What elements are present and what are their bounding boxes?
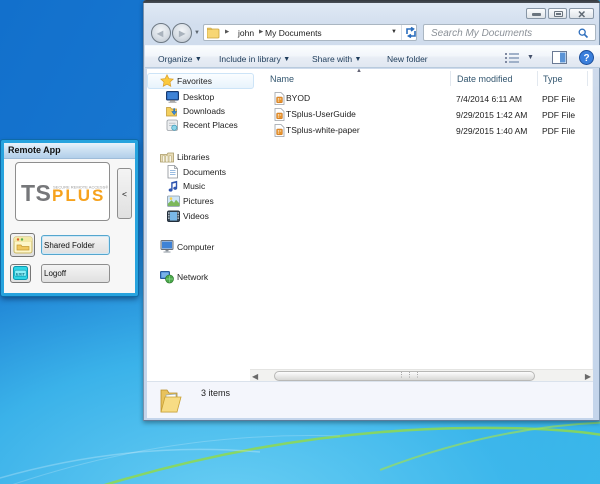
svg-text:?: ? bbox=[583, 53, 589, 64]
svg-text:SECURE REMOTE ACCESS®: SECURE REMOTE ACCESS® bbox=[53, 185, 108, 190]
svg-text:EXIT: EXIT bbox=[16, 271, 25, 276]
